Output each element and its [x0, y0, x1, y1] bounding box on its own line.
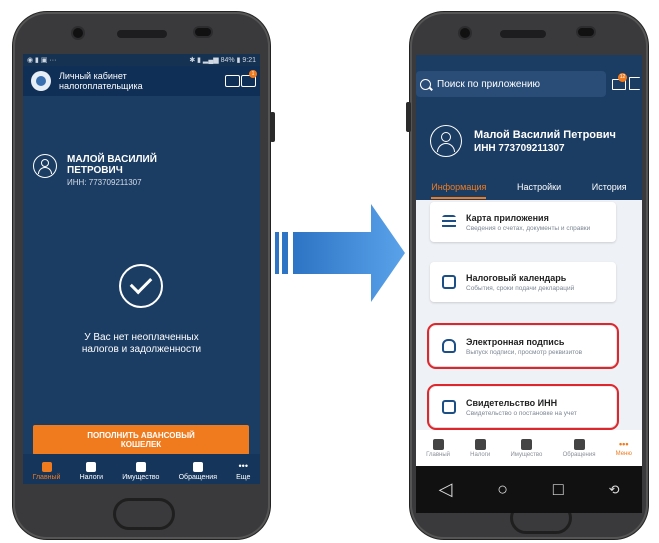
home-icon [432, 438, 444, 450]
right-phone: Поиск по приложению 12 Малой Василий Пет… [406, 12, 648, 539]
front-camera [460, 28, 470, 38]
home-circle-icon[interactable]: ○ [497, 479, 508, 500]
user-block[interactable]: МАЛОЙ ВАСИЛИЙ ПЕТРОВИЧ ИНН: 773709211307 [33, 154, 167, 187]
user-name: Малой Василий Петрович [474, 128, 616, 141]
recents-icon[interactable]: □ [553, 479, 564, 500]
more-dots-icon: ••• [619, 439, 629, 449]
card-subtitle: События, сроки подачи деклараций [466, 284, 575, 292]
nav-property[interactable]: Имущество [510, 438, 542, 458]
document-icon [86, 462, 97, 472]
card-e-signature[interactable]: Электронная подпись Выпуск подписи, просм… [427, 323, 619, 369]
back-icon[interactable]: ◁ [438, 479, 452, 500]
card-inn-certificate[interactable]: Свидетельство ИНН Свидетельство о постано… [427, 384, 619, 430]
mail-badge: 12 [618, 73, 627, 82]
user-name: МАЛОЙ ВАСИЛИЙ ПЕТРОВИЧ [67, 154, 157, 176]
status-icons-left: ◉ ▮ ▣ ··· [27, 57, 57, 64]
user-avatar-icon [33, 154, 57, 178]
right-screen: Поиск по приложению 12 Малой Василий Пет… [416, 55, 642, 513]
menu-list: Карта приложения Сведения о счетах, докум… [416, 200, 642, 430]
card-subtitle: Выпуск подписи, просмотр реквизитов [466, 348, 583, 356]
card-title: Налоговый календарь [466, 272, 567, 283]
building-icon [135, 462, 146, 472]
bottom-nav: Главный Налоги Имущество Обращения ••• Ме… [416, 430, 642, 466]
speaker [500, 30, 546, 38]
nav-taxes[interactable]: Налоги [80, 462, 103, 481]
tab-history[interactable]: История [592, 182, 627, 199]
card-subtitle: Сведения о счетах, документы и справки [466, 224, 591, 232]
card-app-map[interactable]: Карта приложения Сведения о счетах, докум… [430, 202, 616, 242]
system-nav-bar: ◁ ○ □ ⟲ [416, 466, 642, 513]
left-phone: ◉ ▮ ▣ ··· ✱ ▮ ▂▄▆ 84% ▮ 9:21 Личный каби… [13, 12, 275, 539]
logout-icon[interactable] [629, 77, 640, 90]
no-debt-message: У Вас нет неоплаченных налогов и задолже… [81, 332, 202, 355]
nav-requests[interactable]: Обращения [179, 462, 217, 481]
left-screen: ◉ ▮ ▣ ··· ✱ ▮ ▂▄▆ 84% ▮ 9:21 Личный каби… [23, 54, 260, 484]
nav-requests[interactable]: Обращения [563, 438, 595, 458]
bottom-nav: Главный Налоги Имущество Обращения ••• Ещ… [23, 454, 260, 484]
nav-property[interactable]: Имущество [122, 462, 159, 481]
notification-badge: 1 [249, 70, 257, 78]
tab-info[interactable]: Информация [431, 182, 487, 199]
checkmark-icon [119, 264, 163, 308]
card-title: Карта приложения [466, 212, 549, 223]
search-input[interactable]: Поиск по приложению [416, 71, 606, 97]
front-camera [73, 28, 83, 38]
app-title: Личный кабинет налогоплательщика [59, 71, 143, 91]
nav-taxes[interactable]: Налоги [470, 438, 490, 458]
user-inn: ИНН: 773709211307 [67, 178, 142, 187]
usb-token-icon [442, 339, 456, 353]
search-icon [420, 78, 431, 90]
sensor [195, 28, 211, 36]
document-icon [474, 438, 486, 450]
status-right: ✱ ▮ ▂▄▆ 84% ▮ 9:21 [189, 57, 256, 64]
card-title: Электронная подпись [466, 336, 565, 347]
tabs: Информация Настройки История [416, 182, 642, 199]
app-header: Личный кабинет налогоплательщика 1 [23, 66, 260, 96]
side-button [406, 102, 411, 132]
rotate-icon[interactable]: ⟲ [609, 482, 620, 498]
list-icon [192, 462, 203, 472]
list-icon [573, 438, 585, 450]
status-bar: ◉ ▮ ▣ ··· ✱ ▮ ▂▄▆ 84% ▮ 9:21 [23, 54, 260, 66]
nav-menu[interactable]: ••• Меню [616, 439, 632, 457]
nav-main[interactable]: Главный [426, 438, 450, 458]
home-icon [41, 462, 52, 472]
user-inn: ИНН 773709211307 [474, 142, 565, 154]
side-button [270, 112, 275, 142]
more-dots-icon: ••• [238, 461, 248, 471]
topup-wallet-button[interactable]: ПОПОЛНИТЬ АВАНСОВЫЙ КОШЕЛЕК [33, 425, 249, 455]
arrow-right-icon [275, 204, 405, 302]
fns-logo [31, 71, 51, 91]
tab-settings[interactable]: Настройки [517, 182, 561, 199]
card-tax-calendar[interactable]: Налоговый календарь События, сроки подачи… [430, 262, 616, 302]
building-icon [520, 438, 532, 450]
nav-main[interactable]: Главный [33, 462, 60, 481]
card-title: Свидетельство ИНН [466, 397, 558, 408]
certificate-icon [442, 400, 456, 414]
home-button[interactable] [113, 498, 175, 530]
user-block[interactable]: Малой Василий Петрович ИНН 773709211307 [430, 125, 616, 157]
nav-more[interactable]: ••• Еще [236, 461, 250, 482]
calendar-icon [442, 275, 456, 289]
card-subtitle: Свидетельство о постановке на учет [466, 409, 577, 417]
user-avatar-icon [430, 125, 462, 157]
speaker [117, 30, 167, 38]
list-icon [442, 215, 456, 229]
sensor [578, 28, 594, 36]
wallet-icon[interactable] [225, 75, 240, 87]
